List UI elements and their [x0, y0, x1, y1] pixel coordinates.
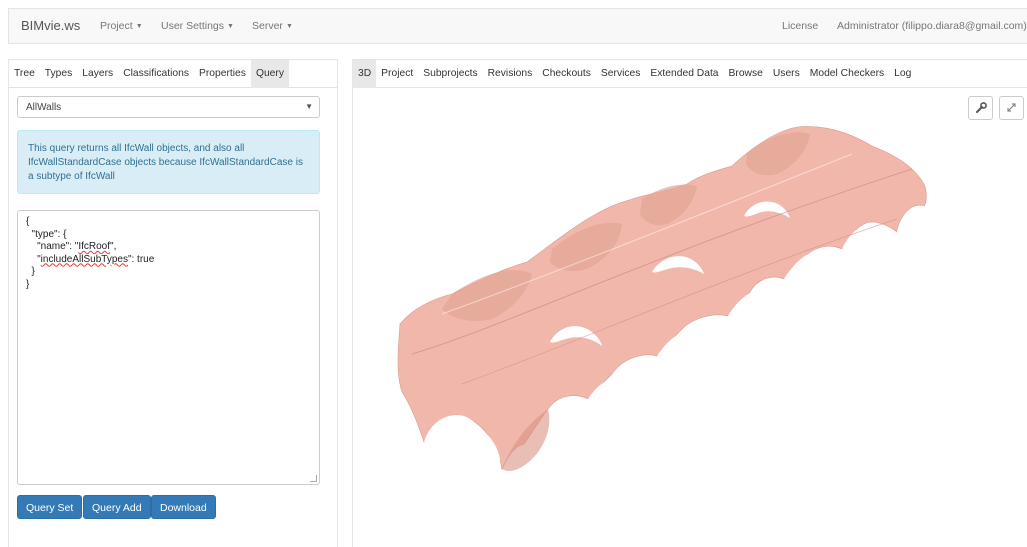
server-menu-label: Server — [252, 20, 283, 32]
tab-extended-data[interactable]: Extended Data — [645, 60, 723, 88]
top-navbar: BIMvie.ws Project ▼ User Settings ▼ Server… — [8, 8, 1027, 44]
tab-classifications[interactable]: Classifications — [118, 60, 194, 88]
server-menu[interactable]: Server ▼ — [252, 20, 293, 32]
3d-viewport[interactable] — [352, 124, 1027, 547]
editor-line: "name": "IfcRoof", — [26, 241, 311, 254]
tab-project[interactable]: Project — [376, 60, 418, 88]
query-set-button[interactable]: Query Set — [17, 495, 83, 519]
caret-down-icon: ▼ — [227, 23, 234, 30]
tab-revisions[interactable]: Revisions — [483, 60, 538, 88]
tab-layers[interactable]: Layers — [77, 60, 118, 88]
tab-services[interactable]: Services — [596, 60, 645, 88]
editor-token: " — [26, 253, 41, 265]
tab-types[interactable]: Types — [40, 60, 77, 88]
settings-tool-button[interactable] — [968, 96, 993, 120]
tab-3d[interactable]: 3D — [353, 60, 377, 88]
editor-line: { — [26, 216, 30, 227]
tab-properties[interactable]: Properties — [194, 60, 251, 88]
left-panel: Tree Types Layers Classifications Proper… — [8, 59, 338, 547]
user-account-link[interactable]: Administrator (filippo.diara8@gmail.com) — [837, 20, 1027, 32]
project-menu[interactable]: Project ▼ — [100, 20, 143, 32]
wrench-icon — [976, 102, 987, 113]
tab-query[interactable]: Query — [250, 60, 289, 88]
caret-down-icon: ▼ — [285, 23, 293, 30]
expand-icon — [1007, 103, 1016, 112]
editor-token: ": true — [127, 253, 155, 265]
query-select[interactable]: AllWalls ▼ — [17, 96, 320, 118]
project-menu-label: Project — [100, 20, 133, 32]
chevron-down-icon: ▼ — [305, 102, 313, 111]
left-tabbar: Tree Types Layers Classifications Proper… — [9, 60, 337, 88]
editor-token: ", — [110, 241, 117, 252]
editor-line: } — [26, 266, 35, 277]
editor-token: "name": " — [26, 241, 79, 252]
editor-line: "type": { — [26, 228, 67, 240]
user-settings-menu-label: User Settings — [161, 20, 225, 32]
query-add-button[interactable]: Query Add — [83, 495, 151, 519]
query-select-value: AllWalls — [26, 102, 62, 113]
editor-token: IfcRoof — [78, 241, 111, 252]
caret-down-icon: ▼ — [135, 23, 143, 30]
query-editor[interactable]: { "type": { "name": "IfcRoof", "includeA… — [17, 210, 320, 485]
tab-browse[interactable]: Browse — [724, 60, 768, 88]
resize-handle[interactable] — [310, 475, 317, 482]
tab-tree[interactable]: Tree — [9, 60, 40, 88]
editor-line: } — [26, 278, 30, 290]
download-button[interactable]: Download — [151, 495, 216, 519]
roof-model — [397, 126, 927, 471]
query-info-alert: This query returns all IfcWall objects, … — [17, 130, 320, 194]
user-settings-menu[interactable]: User Settings ▼ — [161, 20, 234, 32]
tab-log[interactable]: Log — [889, 60, 916, 88]
tab-model-checkers[interactable]: Model Checkers — [805, 60, 889, 88]
brand-logo[interactable]: BIMvie.ws — [21, 18, 80, 33]
tab-checkouts[interactable]: Checkouts — [537, 60, 596, 88]
license-link[interactable]: License — [782, 20, 818, 32]
right-tabbar: 3D Project Subprojects Revisions Checkou… — [353, 60, 1027, 88]
tab-users[interactable]: Users — [768, 60, 805, 88]
editor-token: includeAllSubTypes — [40, 253, 128, 265]
fullscreen-button[interactable] — [999, 96, 1024, 120]
tab-subprojects[interactable]: Subprojects — [418, 60, 482, 88]
editor-line: "includeAllSubTypes": true — [26, 254, 311, 267]
